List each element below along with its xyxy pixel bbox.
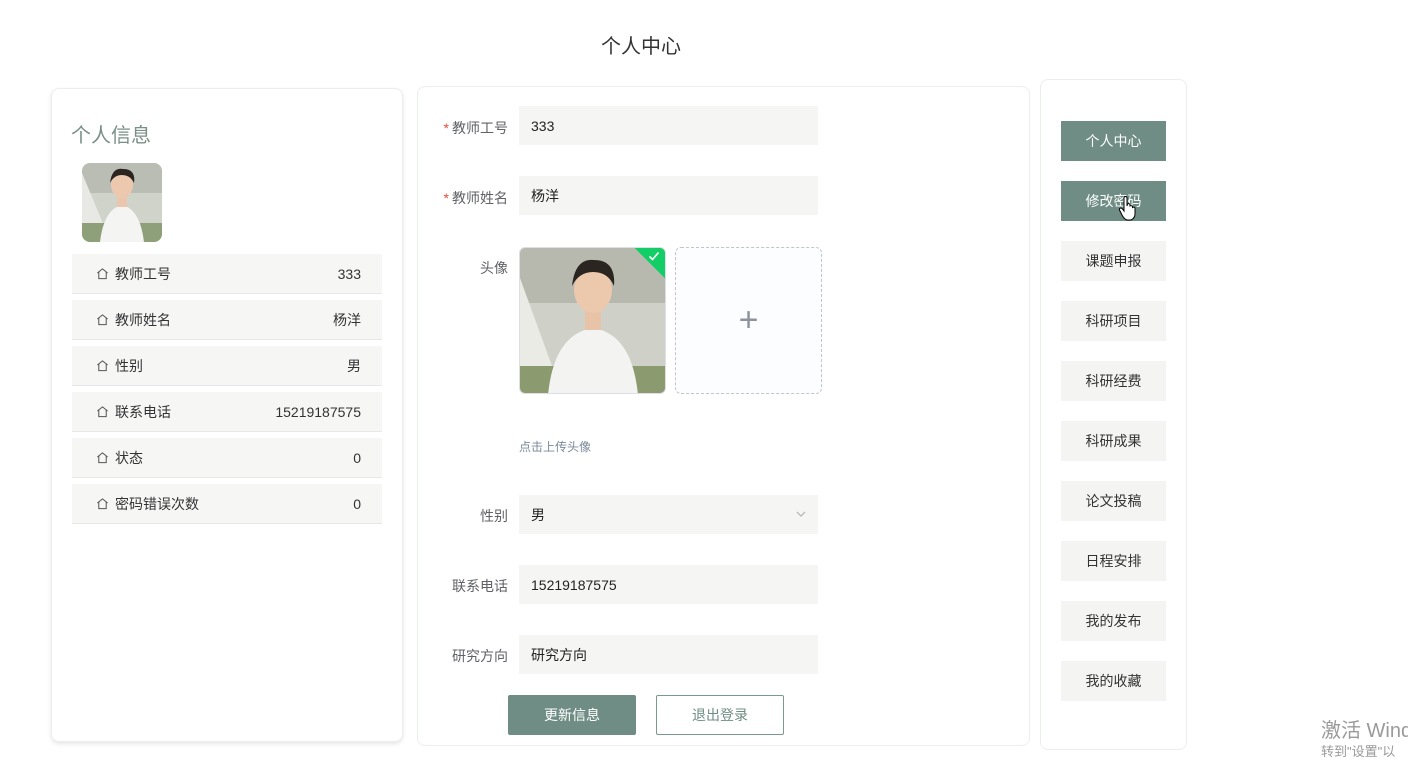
info-value: 0 [353,495,361,512]
plus-icon: + [738,301,759,339]
info-label: 教师姓名 [115,311,171,328]
info-row-gender: 性别 男 [72,346,382,386]
upload-tip: 点击上传头像 [519,440,592,454]
info-row-teacher-no: 教师工号 333 [72,254,382,294]
info-label: 性别 [115,357,143,374]
info-value: 男 [347,357,361,374]
avatar-label: 头像 [480,260,508,276]
info-label: 状态 [115,449,143,466]
windows-activation-watermark: 激活 Wind [1321,720,1408,742]
info-value: 15219187575 [275,403,361,420]
teacher-no-label: * 教师工号 [443,120,508,136]
avatar-preview[interactable] [519,247,666,394]
menu-item-research-funding[interactable]: 科研经费 [1061,361,1166,401]
teacher-no-input[interactable]: 333 [519,106,818,145]
info-value: 0 [353,449,361,466]
menu-item-profile[interactable]: 个人中心 [1061,121,1166,161]
research-label: 研究方向 [452,648,508,664]
info-title: 个人信息 [71,125,151,147]
teacher-name-label: * 教师姓名 [443,190,508,206]
info-label: 联系电话 [115,403,171,420]
check-icon [648,251,660,261]
info-value: 杨洋 [333,311,361,328]
info-value: 333 [337,265,361,282]
personal-info-card: 个人信息 教师工号 333 教师姓名 杨洋 性别 男 联系电话 15219187… [51,88,403,742]
research-input[interactable]: 研究方向 [519,635,818,674]
info-list: 教师工号 333 教师姓名 杨洋 性别 男 联系电话 15219187575 状… [72,254,382,530]
menu-item-change-password[interactable]: 修改密码 [1061,181,1166,221]
home-icon [97,498,108,510]
home-icon [97,360,108,372]
gender-value: 男 [531,506,545,523]
home-icon [97,314,108,326]
info-row-teacher-name: 教师姓名 杨洋 [72,300,382,340]
info-row-status: 状态 0 [72,438,382,478]
avatar-upload-button[interactable]: + [675,247,822,394]
info-label: 密码错误次数 [115,495,199,512]
home-icon [97,268,108,280]
gender-select[interactable]: 男 [519,495,818,534]
menu-item-topic-application[interactable]: 课题申报 [1061,241,1166,281]
home-icon [97,406,108,418]
logout-button[interactable]: 退出登录 [656,695,784,735]
windows-activation-hint: 转到"设置"以 [1321,744,1396,759]
hand-cursor-icon [1118,196,1136,221]
side-menu: 个人中心 修改密码 课题申报 科研项目 科研经费 科研成果 论文投稿 日程安排 … [1040,79,1187,750]
info-label: 教师工号 [115,265,171,282]
menu-item-my-posts[interactable]: 我的发布 [1061,601,1166,641]
menu-item-paper-submission[interactable]: 论文投稿 [1061,481,1166,521]
profile-form-card: * 教师工号 333 * 教师姓名 杨洋 头像 + 点击上传头像 性别 男 联系电话… [417,86,1030,746]
phone-input[interactable]: 15219187575 [519,565,818,604]
menu-item-research-results[interactable]: 科研成果 [1061,421,1166,461]
chevron-down-icon [796,511,806,517]
update-info-button[interactable]: 更新信息 [508,695,636,735]
gender-label: 性别 [480,508,508,524]
menu-item-schedule[interactable]: 日程安排 [1061,541,1166,581]
info-row-phone: 联系电话 15219187575 [72,392,382,432]
menu-item-my-favorites[interactable]: 我的收藏 [1061,661,1166,701]
teacher-name-input[interactable]: 杨洋 [519,176,818,215]
info-row-password-errors: 密码错误次数 0 [72,484,382,524]
avatar [82,163,162,242]
phone-label: 联系电话 [452,578,508,594]
page-title: 个人中心 [601,36,681,58]
home-icon [97,452,108,464]
menu-item-research-projects[interactable]: 科研项目 [1061,301,1166,341]
